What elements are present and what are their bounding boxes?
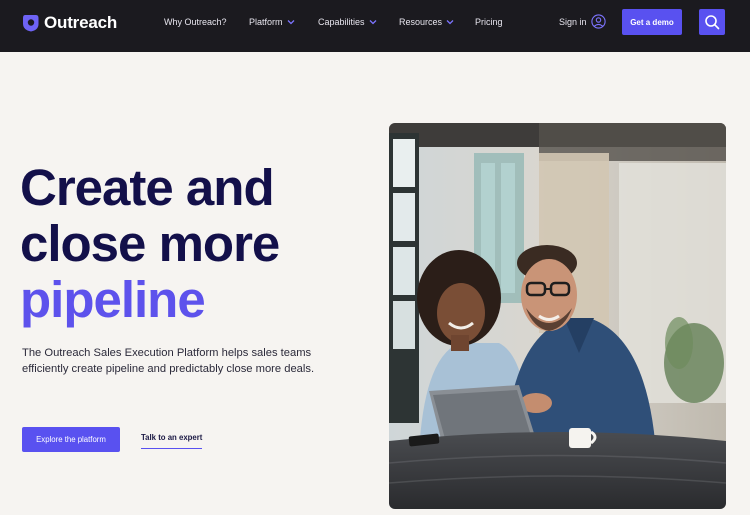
- hero-title-line-2: close more: [20, 215, 280, 272]
- nav-link-resources[interactable]: Resources: [399, 14, 454, 30]
- get-a-demo-button[interactable]: Get a demo: [622, 9, 682, 35]
- chevron-down-icon: [287, 20, 294, 25]
- outreach-logo-icon: [23, 15, 39, 32]
- hero-title: Create and close more pipeline: [20, 160, 360, 328]
- search-icon: [705, 15, 720, 30]
- nav-link-label: Platform: [249, 17, 283, 27]
- explore-platform-button[interactable]: Explore the platform: [22, 427, 120, 452]
- logo-text: Outreach: [44, 13, 118, 32]
- nav-link-label: Why Outreach?: [164, 17, 227, 27]
- nav-link-label: Capabilities: [318, 17, 365, 27]
- hero-title-accent: pipeline: [20, 271, 206, 328]
- talk-to-expert-link[interactable]: Talk to an expert: [141, 433, 203, 449]
- nav-link-pricing[interactable]: Pricing: [475, 14, 503, 30]
- outreach-logo[interactable]: Outreach: [22, 12, 117, 34]
- hero-photo-illustration: [389, 123, 726, 509]
- nav-link-why-outreach[interactable]: Why Outreach?: [164, 14, 227, 30]
- top-navigation: Outreach Why Outreach? Platform Capabili…: [0, 0, 750, 52]
- nav-link-capabilities[interactable]: Capabilities: [318, 14, 377, 30]
- chevron-down-icon: [446, 20, 454, 25]
- search-button[interactable]: [699, 9, 725, 35]
- hero-title-line-1: Create and: [20, 159, 275, 216]
- nav-link-label: Pricing: [475, 17, 503, 27]
- nav-link-label: Resources: [399, 17, 443, 27]
- hero-subtitle: The Outreach Sales Execution Platform he…: [22, 347, 315, 375]
- sign-in-link[interactable]: Sign in: [559, 13, 606, 30]
- chevron-down-icon: [369, 20, 376, 25]
- nav-link-platform[interactable]: Platform: [249, 14, 295, 30]
- sign-in-label: Sign in: [559, 16, 587, 27]
- user-circle-icon: [590, 14, 606, 29]
- hero-photo: [389, 123, 726, 509]
